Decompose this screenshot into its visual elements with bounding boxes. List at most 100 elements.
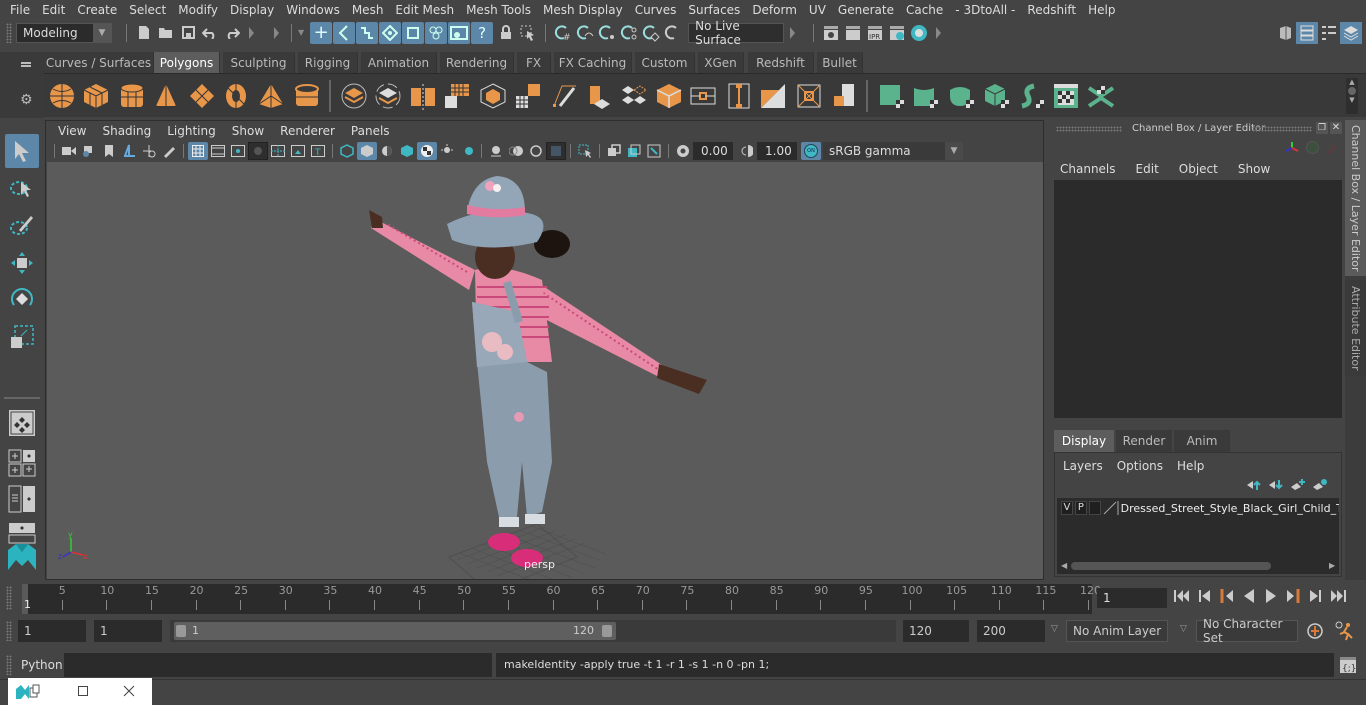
workspace-selector[interactable]: Modeling ▼ [16,22,112,43]
select-highlight-icon[interactable] [517,22,539,44]
scroll-thumb[interactable] [1348,87,1356,95]
poly-torus-icon[interactable] [222,82,250,110]
live-surface-field[interactable]: No Live Surface [688,19,785,47]
scroll-up-icon[interactable]: ▲ [1346,78,1358,86]
slash-icon[interactable] [1327,144,1337,154]
append-icon[interactable] [655,82,683,110]
help-icon[interactable]: ? [471,21,494,44]
poly-plane-icon[interactable] [188,82,216,110]
shelf-tab-rigging[interactable]: Rigging [298,52,358,73]
shelf-tab-custom[interactable]: Custom [635,52,695,73]
select-camera-icon[interactable] [59,142,79,160]
xray-joints-icon[interactable] [624,142,644,160]
render-settings-icon[interactable] [886,22,908,44]
command-grip[interactable] [6,655,12,675]
depth-of-field-icon[interactable] [546,142,566,160]
four-view-layout-icon[interactable] [5,446,39,480]
resolution-gate-icon[interactable] [228,142,248,160]
poly-cone-icon[interactable] [152,82,180,110]
script-editor-icon[interactable]: {;} [1339,656,1357,674]
gamma-field[interactable]: 1.00 [757,142,797,160]
layer-color-swatch-icon[interactable] [1103,501,1119,515]
menu-windows[interactable]: Windows [280,0,346,20]
animation-preferences-icon[interactable] [1334,621,1354,641]
multi-cut-icon[interactable] [550,82,578,110]
collapse-arrow-icon[interactable] [790,26,796,39]
layer-tab-anim[interactable]: Anim [1174,430,1230,452]
channel-box-toggle-icon[interactable] [1296,21,1318,44]
gamma-icon[interactable] [737,142,757,160]
single-perspective-layout-icon[interactable] [5,406,39,440]
save-scene-icon[interactable] [177,22,199,44]
xray-icon[interactable] [604,142,624,160]
bridge-icon[interactable] [620,82,648,110]
range-max-handle[interactable] [602,625,612,637]
menu-mesh[interactable]: Mesh [346,0,390,20]
select-uv-icon[interactable] [448,21,471,44]
grid-toggle-icon[interactable] [188,142,208,160]
scroll-right-icon[interactable]: ▶ [1329,561,1335,570]
menu-help[interactable]: Help [1082,0,1121,20]
playback-start-field[interactable]: 1 [94,620,162,642]
tab-channel-box-layer-editor[interactable]: Channel Box / Layer Editor [1345,120,1366,276]
layer-row[interactable]: V P Dressed_Street_Style_Black_Girl_Chil… [1057,500,1339,516]
rotate-tool-icon[interactable] [5,282,39,316]
menu-modify[interactable]: Modify [172,0,224,20]
go-to-start-icon[interactable] [1174,589,1192,603]
edge-loop-icon[interactable] [725,82,753,110]
layer-tab-display[interactable]: Display [1054,430,1114,452]
xray-active-components-icon[interactable] [644,142,664,160]
ipr-render-icon[interactable]: IPR [864,22,886,44]
poly-cylinder-icon[interactable] [118,82,146,110]
render-view-icon[interactable] [820,22,842,44]
camera-attributes-icon[interactable] [79,142,99,160]
range-slider-bar[interactable]: 1 120 [174,622,616,640]
menu-edit-mesh[interactable]: Edit Mesh [389,0,460,20]
open-scene-icon[interactable] [155,22,177,44]
toolbar-grip[interactable] [6,22,12,43]
auto-key-icon[interactable] [1306,622,1324,640]
screen-space-ao-icon[interactable] [486,142,506,160]
go-to-end-icon[interactable] [1328,589,1346,603]
uv-cylindrical-icon[interactable] [912,82,940,110]
panel-grip[interactable] [1056,126,1122,132]
shelf-tab-animation[interactable]: Animation [361,52,437,73]
tool-settings-icon[interactable] [1318,22,1340,44]
insert-edge-icon[interactable] [759,82,787,110]
layer-display-type-toggle[interactable] [1088,501,1101,515]
select-by-hierarchy-icon[interactable]: + [310,21,333,44]
menu-display[interactable]: Display [224,0,280,20]
viewport-menu-show[interactable]: Show [224,124,272,138]
target-weld-icon[interactable] [795,82,823,110]
timeline-track[interactable]: 1 5 10 15 20 25 30 35 40 45 50 55 60 65 70 75 80 85 90 95 1… [22,584,1101,614]
motion-blur-icon[interactable] [506,142,526,160]
channel-box-menu-object[interactable]: Object [1171,162,1230,176]
poly-cube-icon[interactable] [82,82,110,110]
hypershade-icon[interactable] [908,22,930,44]
maya-logo-icon[interactable] [5,540,39,574]
select-by-component-icon[interactable] [356,21,379,44]
combine-icon[interactable] [340,82,368,110]
smooth-icon[interactable] [443,82,471,110]
maya-window-icon[interactable] [14,683,40,701]
safe-action-icon[interactable] [288,142,308,160]
scroll-down-icon[interactable]: ▼ [1346,96,1358,104]
menu-uv[interactable]: UV [803,0,832,20]
step-forward-key-icon[interactable] [1284,589,1302,603]
grease-pencil-icon[interactable] [159,142,179,160]
shadows-icon[interactable] [457,142,477,160]
menu-surfaces[interactable]: Surfaces [682,0,746,20]
close-window-icon[interactable] [123,685,135,697]
shelf-tab-fx[interactable]: FX [517,52,551,73]
manipulator-axes-icon[interactable] [1284,140,1300,159]
tab-attribute-editor[interactable]: Attribute Editor [1345,280,1366,376]
collapse-arrow-icon[interactable] [249,26,254,39]
channel-box-menu-channels[interactable]: Channels [1052,162,1128,176]
use-all-lights-icon[interactable] [437,142,457,160]
channel-box-menu-edit[interactable]: Edit [1128,162,1171,176]
bookmark-icon[interactable] [99,142,119,160]
snap-grid-icon[interactable]: # [552,22,574,44]
anti-aliasing-icon[interactable] [526,142,546,160]
menu-cache[interactable]: Cache [900,0,949,20]
bevel-cube-icon[interactable] [479,82,507,110]
